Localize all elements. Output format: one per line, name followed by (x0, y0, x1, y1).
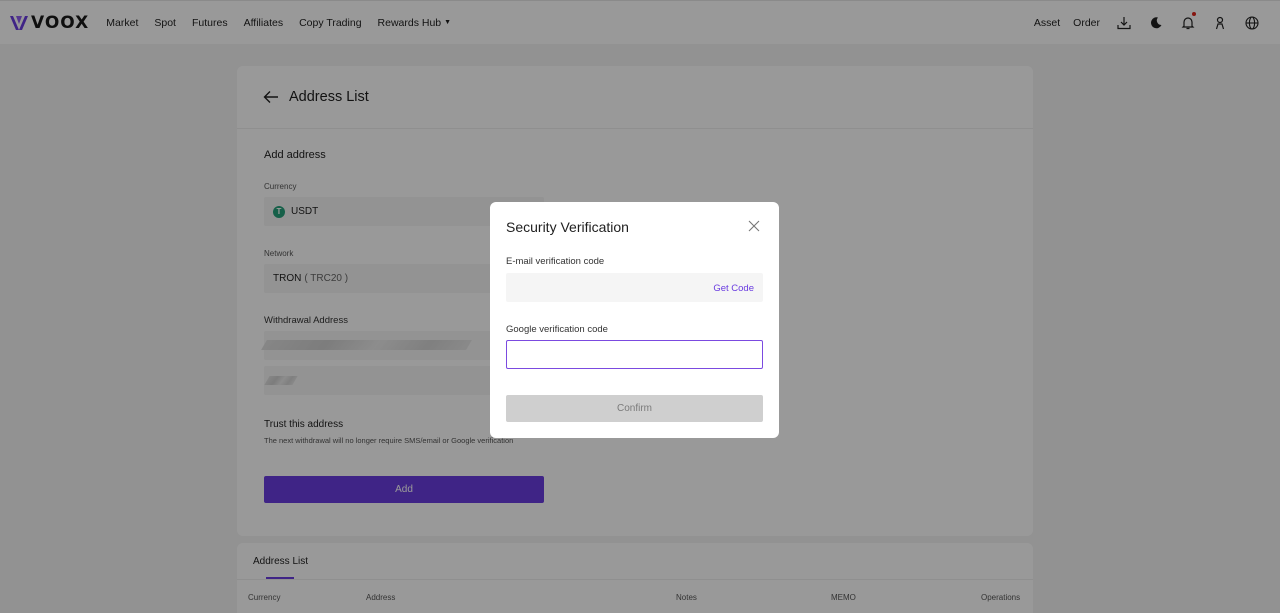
google-code-input[interactable] (506, 340, 763, 369)
email-code-label: E-mail verification code (506, 256, 605, 267)
email-code-input[interactable]: Get Code (506, 273, 763, 302)
modal-title: Security Verification (506, 219, 629, 235)
google-code-label: Google verification code (506, 324, 608, 335)
security-verification-modal: Security Verification E-mail verificatio… (490, 202, 779, 438)
get-code-button[interactable]: Get Code (713, 283, 754, 294)
confirm-button[interactable]: Confirm (506, 395, 763, 422)
close-icon[interactable] (748, 220, 760, 232)
